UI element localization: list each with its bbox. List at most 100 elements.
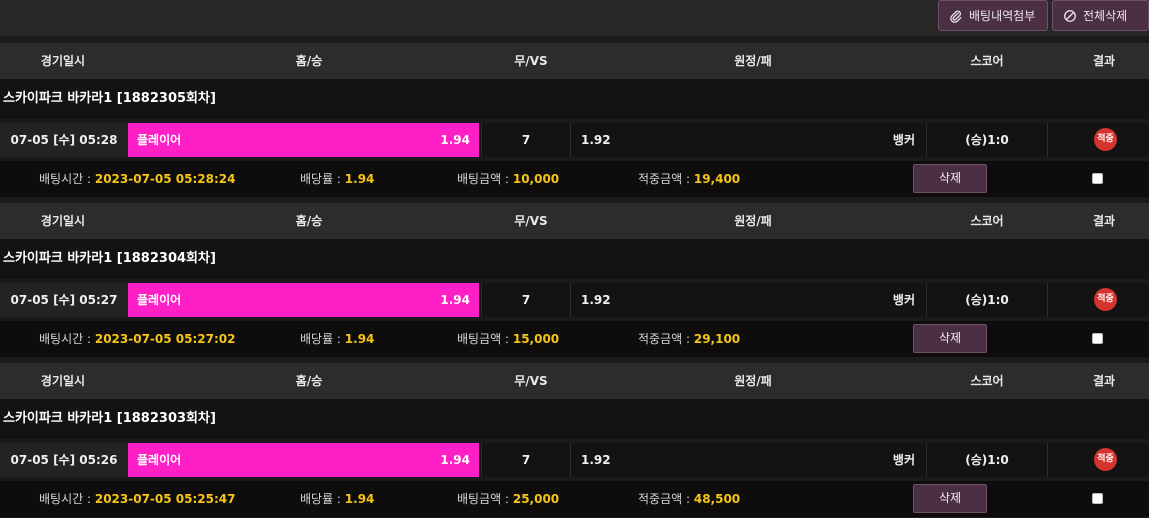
away-label: 뱅커 [892, 133, 915, 147]
attach-history-button[interactable]: 배팅내역첨부 [938, 0, 1048, 31]
col-draw-header: 무/VS [514, 374, 548, 388]
away-pick-cell[interactable]: 1.92 뱅커 [573, 443, 924, 477]
col-score-header: 스코어 [970, 374, 1004, 388]
home-label: 플레이어 [137, 293, 182, 307]
amount-value: 10,000 [512, 172, 560, 186]
home-odds: 1.94 [440, 133, 470, 147]
result-cell: 적중 [1050, 283, 1149, 317]
bet-time-value: 2023-07-05 05:25:47 [94, 492, 236, 506]
select-checkbox[interactable] [1092, 173, 1103, 184]
result-cell: 적중 [1050, 123, 1149, 157]
home-label: 플레이어 [137, 453, 182, 467]
win-amount-label: 적중금액 : [638, 332, 694, 346]
odds-label: 배당률 : [300, 172, 345, 186]
bet-time-label: 배팅시간 : [39, 172, 95, 186]
win-badge: 적중 [1094, 288, 1117, 311]
col-away-header: 원정/패 [734, 374, 772, 388]
match-date: 07-05 [수] 05:27 [0, 283, 128, 317]
odds-info: 배당률 : 1.94 [300, 481, 374, 517]
column-header-row: 경기일시 홈/승 무/VS 원정/패 스코어 결과 [0, 43, 1149, 79]
home-pick-cell[interactable]: 플레이어 1.94 [128, 123, 479, 157]
away-label: 뱅커 [892, 453, 915, 467]
amount-value: 25,000 [512, 492, 560, 506]
delete-button[interactable]: 삭제 [913, 324, 987, 353]
win-amount-label: 적중금액 : [638, 172, 694, 186]
home-pick-cell[interactable]: 플레이어 1.94 [128, 283, 479, 317]
attach-history-label: 배팅내역첨부 [969, 9, 1036, 23]
win-amount-value: 29,100 [693, 332, 741, 346]
game-title: 스카이파크 바카라1 [1882303회차] [3, 411, 216, 426]
col-draw-header: 무/VS [514, 54, 548, 68]
odds-info: 배당률 : 1.94 [300, 161, 374, 197]
col-home-header: 홈/승 [295, 54, 323, 68]
win-amount-info: 적중금액 : 29,100 [638, 321, 740, 357]
bet-time-label: 배팅시간 : [39, 492, 95, 506]
select-checkbox[interactable] [1092, 333, 1103, 344]
match-date: 07-05 [수] 05:26 [0, 443, 128, 477]
away-pick-cell[interactable]: 1.92 뱅커 [573, 123, 924, 157]
bet-detail-row: 배팅시간 : 2023-07-05 05:28:24 배당률 : 1.94 배팅… [0, 161, 1149, 197]
away-label: 뱅커 [892, 293, 915, 307]
home-pick-cell[interactable]: 플레이어 1.94 [128, 443, 479, 477]
match-date: 07-05 [수] 05:28 [0, 123, 128, 157]
col-result-header: 결과 [1092, 54, 1116, 68]
col-date-header: 경기일시 [40, 54, 86, 68]
away-odds: 1.92 [581, 293, 611, 307]
odds-value: 1.94 [344, 332, 375, 346]
delete-button[interactable]: 삭제 [913, 484, 987, 513]
bet-row: 07-05 [수] 05:28 플레이어 1.94 7 1.92 뱅커 (승)1… [0, 123, 1149, 157]
bet-time-info: 배팅시간 : 2023-07-05 05:28:24 [39, 161, 235, 197]
away-odds: 1.92 [581, 133, 611, 147]
win-amount-info: 적중금액 : 48,500 [638, 481, 740, 517]
delete-button[interactable]: 삭제 [913, 164, 987, 193]
win-badge: 적중 [1094, 128, 1117, 151]
odds-value: 1.94 [344, 492, 375, 506]
win-amount-value: 19,400 [693, 172, 741, 186]
bet-time-info: 배팅시간 : 2023-07-05 05:27:02 [39, 321, 235, 357]
col-home-header: 홈/승 [295, 374, 323, 388]
home-odds: 1.94 [440, 293, 470, 307]
odds-label: 배당률 : [300, 332, 345, 346]
paperclip-icon [950, 9, 962, 23]
game-title-row: 스카이파크 바카라1 [1882304회차] [0, 239, 1149, 279]
col-result-header: 결과 [1092, 374, 1116, 388]
draw-cell[interactable]: 7 [481, 443, 571, 477]
away-odds: 1.92 [581, 453, 611, 467]
col-away-header: 원정/패 [734, 214, 772, 228]
away-pick-cell[interactable]: 1.92 뱅커 [573, 283, 924, 317]
home-label: 플레이어 [137, 133, 182, 147]
bet-time-value: 2023-07-05 05:28:24 [94, 172, 236, 186]
amount-info: 배팅금액 : 15,000 [457, 321, 559, 357]
bet-time-value: 2023-07-05 05:27:02 [94, 332, 236, 346]
win-badge: 적중 [1094, 448, 1117, 471]
score-cell: (승)1:0 [926, 283, 1048, 317]
odds-info: 배당률 : 1.94 [300, 321, 374, 357]
home-odds: 1.94 [440, 453, 470, 467]
odds-label: 배당률 : [300, 492, 345, 506]
game-title: 스카이파크 바카라1 [1882305회차] [3, 91, 216, 106]
amount-label: 배팅금액 : [457, 172, 513, 186]
col-date-header: 경기일시 [40, 214, 86, 228]
win-amount-label: 적중금액 : [638, 492, 694, 506]
draw-cell[interactable]: 7 [481, 123, 571, 157]
draw-cell[interactable]: 7 [481, 283, 571, 317]
amount-info: 배팅금액 : 25,000 [457, 481, 559, 517]
amount-label: 배팅금액 : [457, 332, 513, 346]
game-title: 스카이파크 바카라1 [1882304회차] [3, 251, 216, 266]
col-draw-header: 무/VS [514, 214, 548, 228]
delete-all-label: 전체삭제 [1083, 9, 1128, 23]
select-checkbox[interactable] [1092, 493, 1103, 504]
result-cell: 적중 [1050, 443, 1149, 477]
bet-row: 07-05 [수] 05:27 플레이어 1.94 7 1.92 뱅커 (승)1… [0, 283, 1149, 317]
col-result-header: 결과 [1092, 214, 1116, 228]
col-score-header: 스코어 [970, 214, 1004, 228]
ban-icon [1064, 9, 1076, 22]
column-header-row: 경기일시 홈/승 무/VS 원정/패 스코어 결과 [0, 203, 1149, 239]
win-amount-info: 적중금액 : 19,400 [638, 161, 740, 197]
amount-info: 배팅금액 : 10,000 [457, 161, 559, 197]
win-amount-value: 48,500 [693, 492, 741, 506]
game-title-row: 스카이파크 바카라1 [1882303회차] [0, 399, 1149, 439]
delete-all-button[interactable]: 전체삭제 [1052, 0, 1149, 31]
game-title-row: 스카이파크 바카라1 [1882305회차] [0, 79, 1149, 119]
score-cell: (승)1:0 [926, 123, 1048, 157]
